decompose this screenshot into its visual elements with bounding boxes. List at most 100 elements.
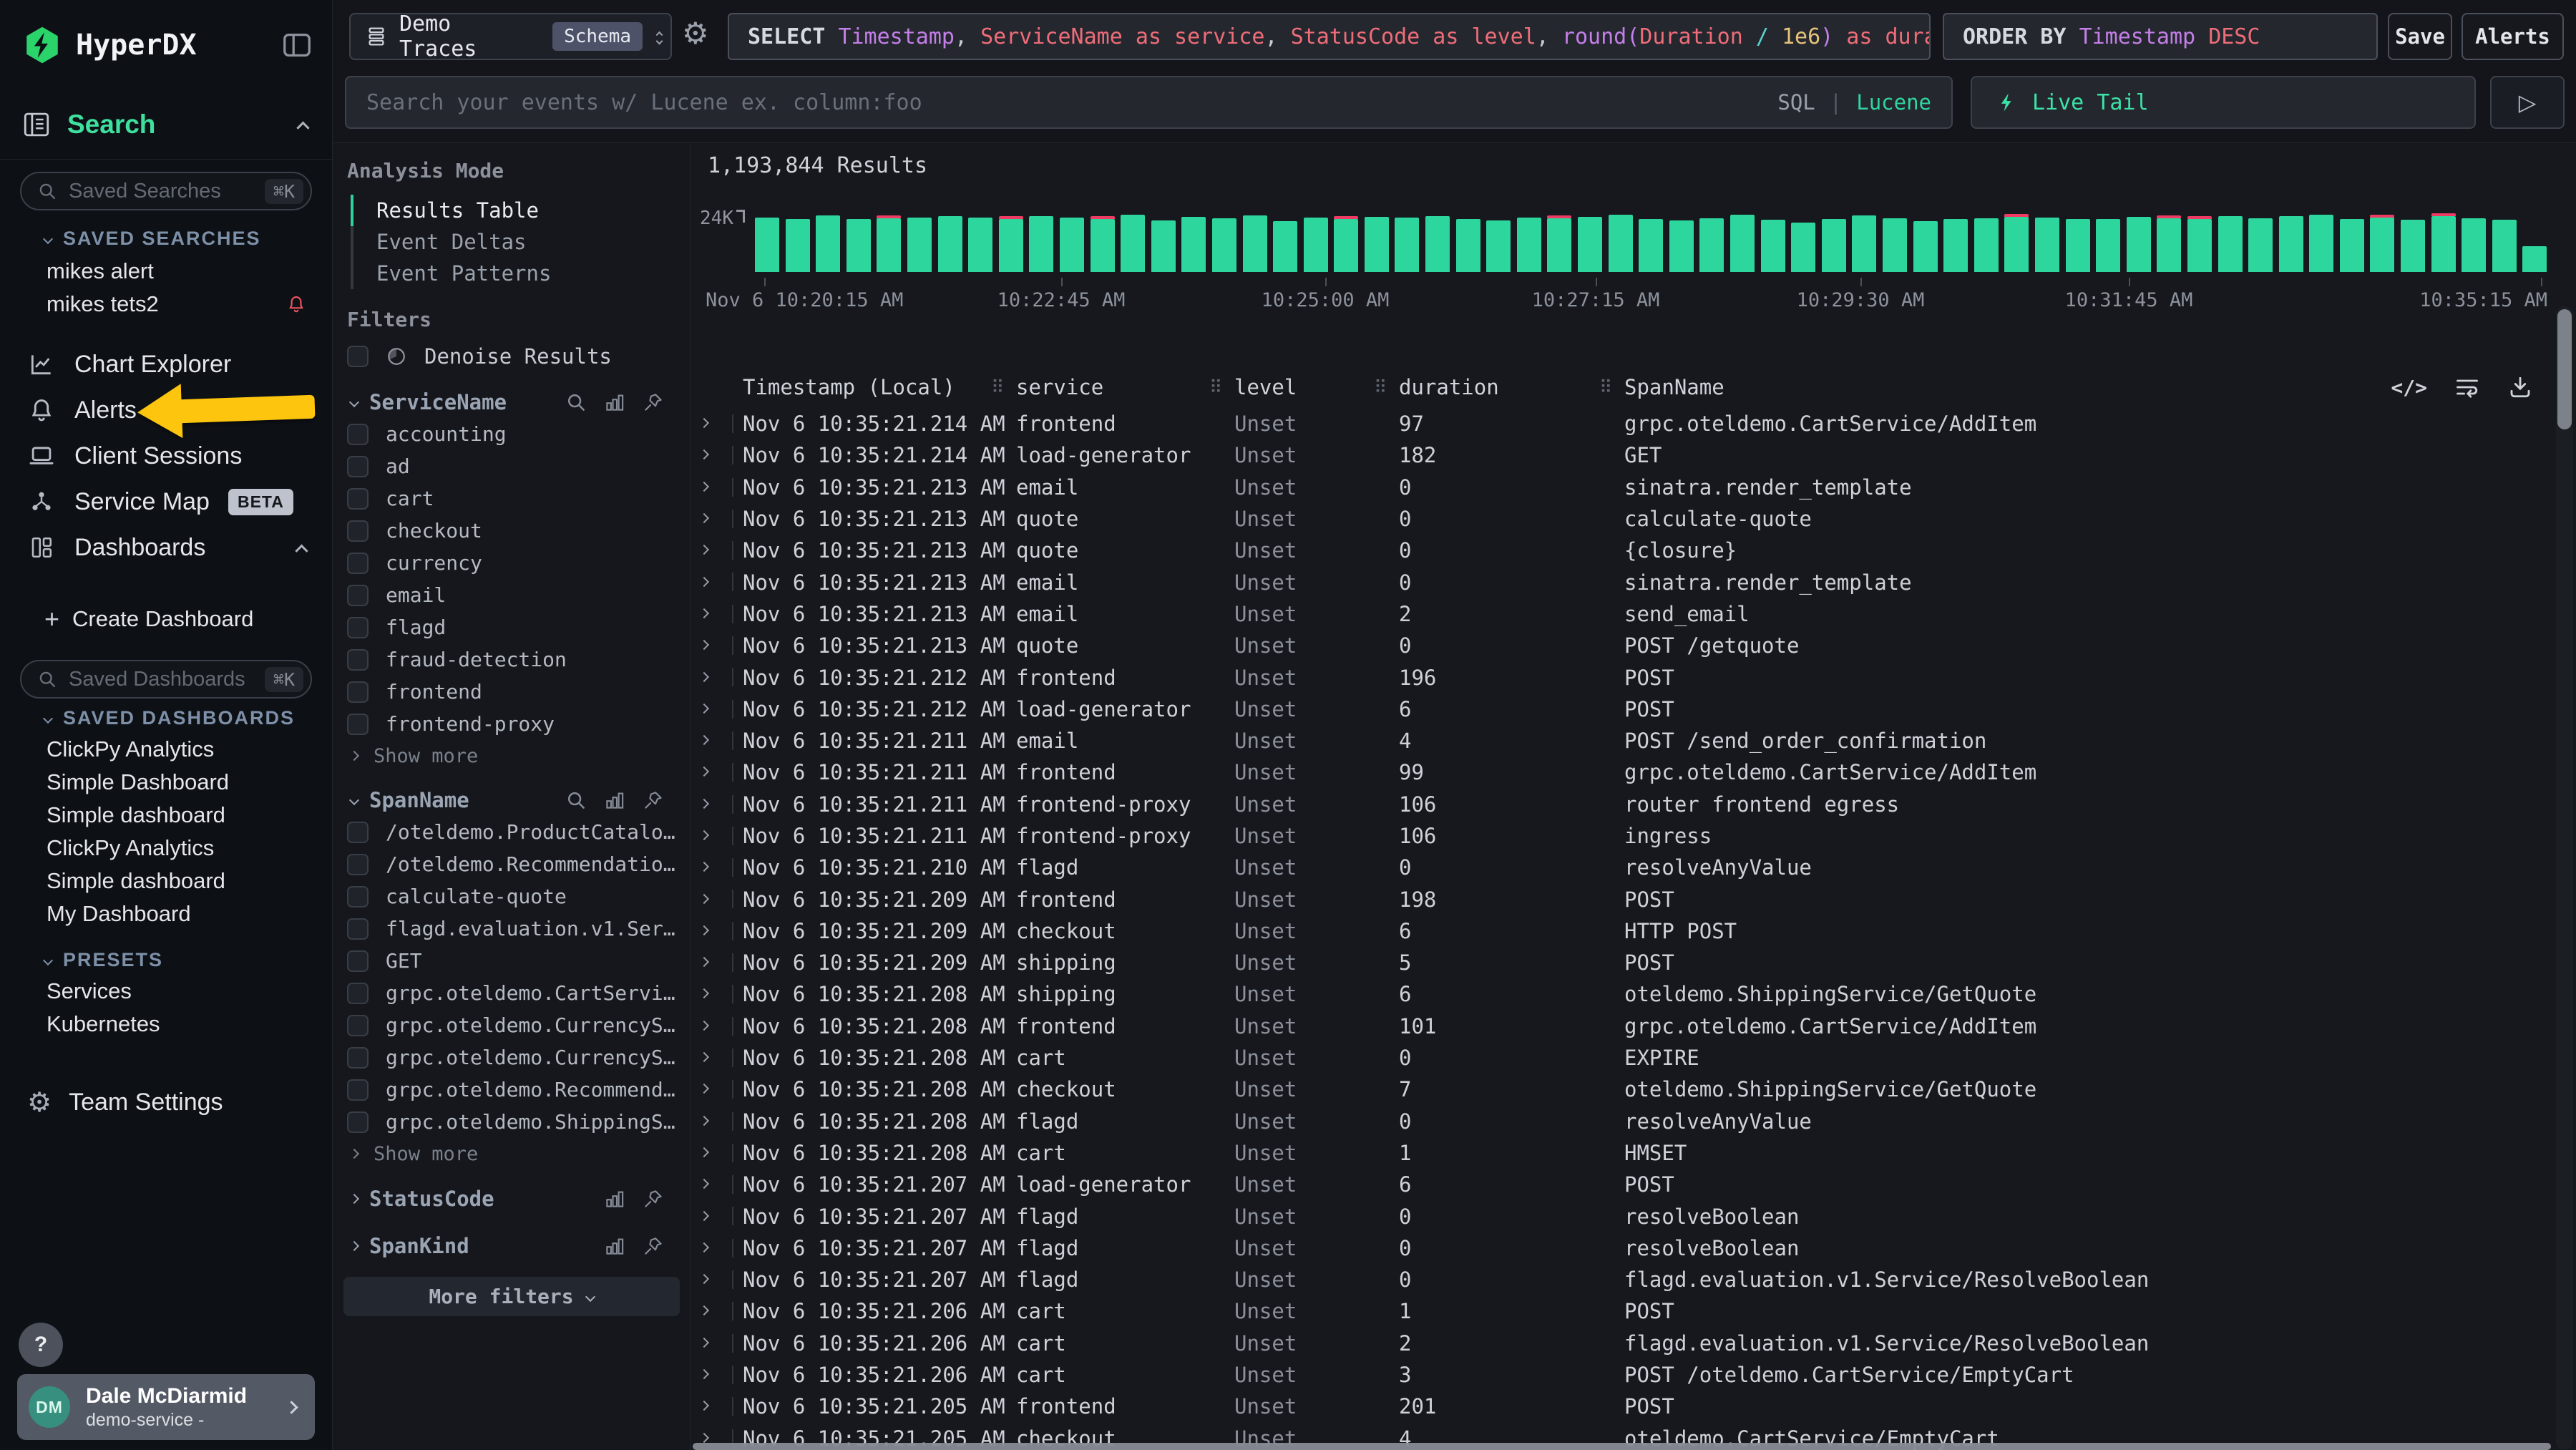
checkbox[interactable] — [347, 585, 369, 606]
checkbox[interactable] — [347, 553, 369, 574]
table-row[interactable]: Nov 6 10:35:21.211 AMfrontend-proxyUnset… — [691, 789, 2576, 820]
table-row[interactable]: Nov 6 10:35:21.211 AMemailUnset4POST /se… — [691, 725, 2576, 756]
table-row[interactable]: Nov 6 10:35:21.209 AMshippingUnset5POST — [691, 947, 2576, 978]
histogram-bar[interactable] — [1456, 219, 1480, 272]
histogram-bar[interactable] — [2218, 216, 2243, 272]
histogram-bar[interactable] — [1943, 219, 1968, 272]
histogram-bar[interactable] — [2462, 218, 2486, 272]
expand-row-icon[interactable] — [699, 513, 709, 523]
sidebar-collapse-icon[interactable] — [280, 29, 313, 62]
expand-row-icon[interactable] — [699, 1338, 709, 1348]
expand-row-icon[interactable] — [699, 671, 709, 681]
checkbox[interactable] — [347, 617, 369, 638]
sql-select-input[interactable]: SELECT Timestamp, ServiceName as service… — [728, 13, 1931, 60]
facet-search-icon[interactable] — [565, 391, 587, 413]
table-row[interactable]: Nov 6 10:35:21.208 AMcartUnset1HMSET — [691, 1137, 2576, 1169]
checkbox[interactable] — [347, 346, 369, 367]
expand-row-icon[interactable] — [699, 545, 709, 555]
presets-section[interactable]: PRESETS — [44, 949, 163, 971]
histogram-bar[interactable] — [1091, 219, 1115, 272]
expand-row-icon[interactable] — [699, 418, 709, 428]
histogram-bar[interactable] — [1883, 218, 1907, 272]
drag-handle-icon[interactable]: ⠿ — [1209, 377, 1222, 398]
facet-chart-icon[interactable] — [604, 1188, 625, 1210]
histogram-bar[interactable] — [2309, 215, 2333, 272]
chevron-up-icon[interactable] — [295, 544, 308, 557]
expand-row-icon[interactable] — [699, 1147, 709, 1157]
table-row[interactable]: Nov 6 10:35:21.208 AMfrontendUnset101grp… — [691, 1011, 2576, 1042]
saved-searches-section[interactable]: SAVED SEARCHES — [44, 228, 261, 250]
histogram-bar[interactable] — [1822, 219, 1846, 272]
table-row[interactable]: Nov 6 10:35:21.208 AMcartUnset0EXPIRE — [691, 1042, 2576, 1074]
column-header-service[interactable]: service — [1016, 375, 1103, 399]
table-row[interactable]: Nov 6 10:35:21.208 AMshippingUnset6oteld… — [691, 978, 2576, 1010]
histogram-bar[interactable] — [2035, 218, 2059, 272]
histogram-bar[interactable] — [2157, 218, 2181, 272]
histogram-bar[interactable] — [1913, 221, 1938, 272]
filter-option-spanname[interactable]: GET — [333, 945, 690, 977]
expand-row-icon[interactable] — [699, 957, 709, 967]
drag-handle-icon[interactable]: ⠿ — [1599, 377, 1612, 398]
histogram-bar[interactable] — [2248, 218, 2273, 272]
table-row[interactable]: Nov 6 10:35:21.209 AMcheckoutUnset6HTTP … — [691, 915, 2576, 947]
schema-badge[interactable]: Schema — [552, 22, 643, 51]
saved-dashboards-section[interactable]: SAVED DASHBOARDS — [44, 707, 295, 729]
histogram-bar[interactable] — [1669, 220, 1694, 272]
saved-dashboard-item[interactable]: Simple dashboard — [0, 799, 332, 832]
histogram-bar[interactable] — [755, 218, 779, 272]
histogram-bar[interactable] — [968, 218, 992, 272]
language-toggle-sql[interactable]: SQL — [1777, 90, 1815, 115]
table-row[interactable]: Nov 6 10:35:21.206 AMcartUnset3POST /ote… — [691, 1359, 2576, 1391]
expand-row-icon[interactable] — [699, 1210, 709, 1220]
column-header-level[interactable]: level — [1234, 375, 1297, 399]
histogram-bar[interactable] — [907, 218, 932, 272]
expand-row-icon[interactable] — [699, 1021, 709, 1031]
checkbox[interactable] — [347, 1047, 369, 1069]
table-row[interactable]: Nov 6 10:35:21.208 AMcheckoutUnset7oteld… — [691, 1074, 2576, 1105]
source-selector[interactable]: Demo Traces Schema — [349, 13, 672, 60]
facet-chart-icon[interactable] — [604, 1235, 625, 1257]
preset-item[interactable]: Kubernetes — [0, 1008, 332, 1041]
expand-row-icon[interactable] — [699, 1274, 709, 1284]
histogram-bar[interactable] — [2004, 217, 2029, 272]
table-row[interactable]: Nov 6 10:35:21.213 AMemailUnset2send_ema… — [691, 598, 2576, 630]
column-header-duration[interactable]: duration — [1399, 375, 1499, 399]
filter-option-spanname[interactable]: grpc.oteldemo.ShippingS… — [333, 1106, 690, 1138]
expand-row-icon[interactable] — [699, 704, 709, 714]
analysis-mode-results-table[interactable]: Results Table — [351, 195, 690, 226]
column-header-timestamp[interactable]: Timestamp (Local) — [743, 375, 955, 399]
table-row[interactable]: Nov 6 10:35:21.210 AMflagdUnset0resolveA… — [691, 852, 2576, 883]
column-header-spanname[interactable]: SpanName — [1624, 375, 1724, 399]
filter-option-spanname[interactable]: grpc.oteldemo.CurrencyS… — [333, 1041, 690, 1074]
filter-option-servicename[interactable]: cart — [333, 482, 690, 515]
histogram-bar[interactable] — [1791, 223, 1815, 272]
histogram-bar[interactable] — [2066, 219, 2090, 272]
filter-option-spanname[interactable]: /oteldemo.Recommendatio… — [333, 848, 690, 880]
table-row[interactable]: Nov 6 10:35:21.212 AMload-generatorUnset… — [691, 694, 2576, 725]
facet-spanname[interactable]: SpanName — [333, 784, 690, 816]
expand-row-icon[interactable] — [699, 608, 709, 618]
histogram-bar[interactable] — [786, 219, 810, 272]
expand-row-icon[interactable] — [699, 1084, 709, 1094]
histogram-bar[interactable] — [1699, 218, 1724, 272]
expand-row-icon[interactable] — [699, 482, 709, 492]
show-more-servicename[interactable]: Show more — [333, 740, 690, 772]
expand-row-icon[interactable] — [699, 1401, 709, 1411]
language-toggle-lucene[interactable]: Lucene — [1856, 90, 1931, 115]
histogram-bar[interactable] — [2340, 219, 2364, 272]
expand-row-icon[interactable] — [699, 894, 709, 904]
checkbox[interactable] — [347, 950, 369, 972]
live-tail-button[interactable]: Live Tail — [1971, 76, 2476, 129]
saved-dashboard-item[interactable]: Simple Dashboard — [0, 766, 332, 799]
facet-search-icon[interactable] — [565, 789, 587, 811]
drag-handle-icon[interactable]: ⠿ — [1374, 377, 1387, 398]
filter-option-servicename[interactable]: frontend — [333, 676, 690, 708]
saved-dashboard-item[interactable]: My Dashboard — [0, 897, 332, 930]
table-row[interactable]: Nov 6 10:35:21.206 AMcartUnset1POST — [691, 1295, 2576, 1327]
checkbox[interactable] — [347, 1079, 369, 1101]
checkbox[interactable] — [347, 918, 369, 940]
checkbox[interactable] — [347, 1015, 369, 1036]
facet-spankind[interactable]: SpanKind — [333, 1228, 690, 1264]
expand-row-icon[interactable] — [699, 1369, 709, 1379]
histogram-bar[interactable] — [1578, 217, 1602, 272]
